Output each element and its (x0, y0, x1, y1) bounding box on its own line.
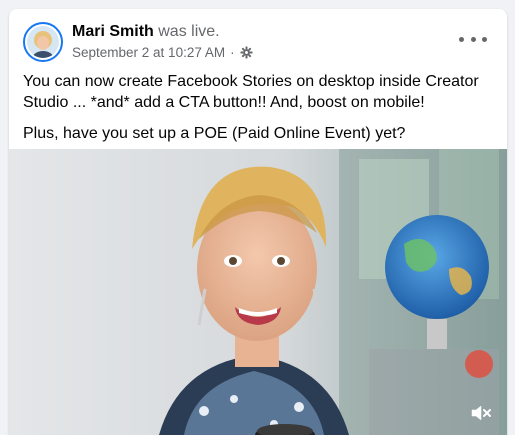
post-text-line: Plus, have you set up a POE (Paid Online… (23, 125, 406, 142)
more-dot-icon (482, 36, 487, 42)
more-options-button[interactable] (459, 29, 487, 49)
video-player[interactable] (9, 149, 507, 435)
post-card: Mari Smith was live. September 2 at 10:2… (9, 9, 507, 435)
post-meta: September 2 at 10:27 AM · (72, 45, 253, 60)
avatar[interactable] (23, 22, 63, 62)
volume-muted-icon[interactable] (469, 401, 493, 425)
post-text-line: You can now create Facebook Stories on d… (23, 73, 479, 111)
post-header: Mari Smith was live. September 2 at 10:2… (9, 9, 507, 71)
author-status: was live. (158, 23, 220, 40)
more-dot-icon (470, 36, 476, 42)
video-frame (9, 149, 507, 435)
more-dot-icon (459, 36, 464, 42)
post-timestamp[interactable]: September 2 at 10:27 AM (72, 45, 225, 60)
post-body: You can now create Facebook Stories on d… (23, 71, 498, 154)
avatar-image (27, 26, 59, 58)
author-line: Mari Smith was live. (72, 23, 220, 41)
author-name[interactable]: Mari Smith (72, 23, 154, 40)
gear-icon[interactable] (240, 46, 253, 59)
meta-separator: · (230, 45, 235, 60)
